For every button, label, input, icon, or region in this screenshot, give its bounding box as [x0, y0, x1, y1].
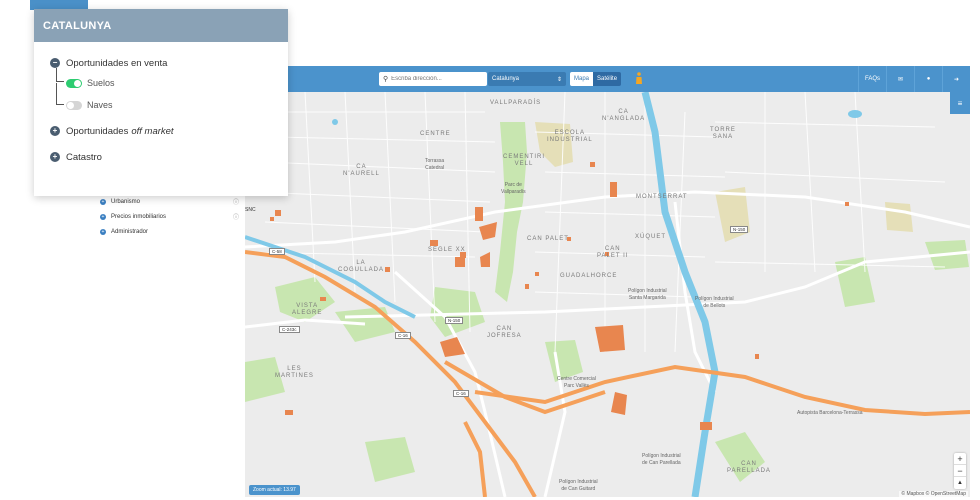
info-icon[interactable]: ⓘ	[233, 197, 239, 206]
map-label-les-martines: LES MARTINES	[275, 366, 314, 379]
map-label-poligon-guitard: Polígon Industrial de Can Guitard	[559, 479, 598, 492]
map-label-centre-comercial: Centre Comercial Parc Vallès	[557, 376, 596, 389]
sidebar-menu-list: + Urbanismo ⓘ + Precios inmobiliarios ⓘ …	[100, 194, 239, 239]
road-shield-n150-east: N-150	[730, 226, 749, 233]
region-select-value: Catalunya	[492, 76, 520, 82]
zoom-control: + − ▲	[954, 453, 966, 489]
subitem-naves[interactable]: Naves	[50, 83, 274, 116]
map-label-can-palet: CAN PALET	[527, 236, 569, 242]
map-label-autopista: Autopista Barcelona-Terrassa	[797, 410, 863, 416]
map-label-escola-industrial: ESCOLA INDUSTRIAL	[547, 130, 593, 143]
sidebar-item-label: Precios inmobiliarios	[111, 213, 167, 220]
panel-body: − Oportunidades en venta Suelos Naves + …	[34, 42, 288, 166]
section-oportunidades-off-market[interactable]: + Oportunidades off market	[50, 122, 274, 140]
subitem-label: Suelos	[87, 78, 115, 88]
road-shield-c243c: C-243c	[279, 326, 300, 333]
map-label-poligon-parellada: Polígon Industrial de Can Parellada	[642, 453, 681, 466]
map-base-layer	[245, 92, 970, 497]
map-label-ca-naurell: CA N'AURELL	[343, 164, 380, 177]
map-label-can-palet-ii: CAN PALET II	[597, 246, 629, 259]
zoom-out-button[interactable]: −	[954, 465, 966, 477]
map-label-la-cogullada: LA COGULLADA	[338, 260, 385, 273]
plus-icon: +	[50, 152, 60, 162]
top-right-actions: FAQs ✉ ● ➜	[858, 66, 970, 92]
zoom-in-button[interactable]: +	[954, 453, 966, 465]
subitem-label: Naves	[87, 100, 113, 110]
sidebar-item-label: Urbanismo	[111, 198, 141, 205]
map-label-poligon-bellots: Polígon Industrial de Bellots	[695, 296, 734, 309]
search-input[interactable]	[391, 76, 482, 82]
region-select[interactable]: Catalunya ⇕	[488, 72, 566, 86]
sidebar-item-precios[interactable]: + Precios inmobiliarios ⓘ	[100, 209, 239, 224]
faqs-button[interactable]: FAQs	[858, 66, 886, 92]
map-canvas[interactable]: VALLPARADÍS CA N'ANGLADA TORRE SANA CENT…	[245, 92, 970, 497]
section-label: Oportunidades	[66, 125, 129, 137]
minus-icon: −	[50, 58, 60, 68]
section-label: Oportunidades en venta	[66, 57, 168, 69]
tree-connector	[56, 68, 64, 82]
naves-toggle[interactable]	[66, 100, 82, 110]
info-icon[interactable]: ⓘ	[233, 212, 239, 221]
plus-icon: +	[100, 228, 106, 235]
map-label-snc: SNC	[245, 207, 256, 213]
map-label-xuquet: XÚQUET	[635, 234, 667, 240]
compass-icon[interactable]: ▲	[954, 477, 966, 489]
plus-icon: +	[100, 198, 106, 205]
map-label-torre-sana: TORRE SANA	[710, 127, 736, 140]
layers-panel: CATALUNYA − Oportunidades en venta Suelo…	[34, 9, 288, 196]
map-label-vallparadis: VALLPARADÍS	[490, 100, 542, 106]
sidebar-item-label: Administrador	[111, 228, 149, 235]
map-label-vista-alegre: VISTA ALEGRE	[292, 303, 323, 316]
section-catastro[interactable]: + Catastro	[50, 148, 274, 166]
address-search[interactable]: ⚲	[379, 72, 487, 86]
map-label-parc-vallparadis: Parc de Vallparadís	[501, 182, 526, 195]
suelos-toggle[interactable]	[66, 78, 82, 88]
map-label-segle-xx: SEGLE XX	[428, 247, 466, 253]
top-toolbar: ⚲ Catalunya ⇕ Mapa Satélite FAQs ✉ ● ➜	[245, 66, 970, 92]
map-attribution[interactable]: © Mapbox © OpenStreetMap	[899, 491, 968, 497]
search-icon: ⚲	[383, 76, 389, 83]
map-button[interactable]: Mapa	[570, 72, 594, 86]
logout-icon[interactable]: ➜	[942, 66, 970, 92]
user-icon[interactable]: ●	[914, 66, 942, 92]
mail-icon[interactable]: ✉	[886, 66, 914, 92]
road-shield-c16: C-16	[395, 332, 411, 339]
map-label-montserrat: MONTSERRAT	[636, 194, 688, 200]
map-type-toggle: Mapa Satélite	[570, 72, 622, 86]
map-label-poligon-santa-margarida: Polígon Industrial Santa Margarida	[628, 288, 667, 301]
road-shield-c16-south: C-16	[453, 390, 469, 397]
street-view-pegman-icon[interactable]	[635, 72, 643, 84]
sidebar-item-urbanismo[interactable]: + Urbanismo ⓘ	[100, 194, 239, 209]
tree-connector	[56, 83, 64, 105]
satellite-button[interactable]: Satélite	[593, 72, 622, 86]
zoom-level-badge: Zoom actual: 13.97	[249, 485, 300, 495]
map-label-cementiri-vell: CEMENTIRI VELL	[503, 154, 545, 167]
map-label-centre: CENTRE	[420, 131, 451, 137]
section-oportunidades-venta[interactable]: − Oportunidades en venta	[50, 54, 274, 72]
plus-icon: +	[100, 213, 106, 220]
map-label-torrassa: Torrassa Catedral	[425, 158, 445, 171]
panel-title: CATALUNYA	[34, 9, 288, 42]
section-label-italic: off market	[131, 125, 174, 137]
section-label: Catastro	[66, 151, 102, 163]
road-shield-n150: N-150	[445, 317, 464, 324]
layers-menu-button[interactable]: ≡	[950, 92, 970, 114]
plus-icon: +	[50, 126, 60, 136]
sidebar-item-administrador[interactable]: + Administrador	[100, 224, 166, 239]
subitem-suelos[interactable]: Suelos	[50, 68, 274, 94]
road-shield-c58: C-58	[269, 248, 285, 255]
map-label-ca-nanglada: CA N'ANGLADA	[602, 109, 646, 122]
map-label-can-parellada: CAN PARELLADA	[727, 461, 771, 474]
select-arrows-icon: ⇕	[556, 76, 562, 83]
map-label-can-jofresa: CAN JOFRESA	[487, 326, 522, 339]
map-label-guadalhorce: GUADALHORCE	[560, 273, 618, 279]
